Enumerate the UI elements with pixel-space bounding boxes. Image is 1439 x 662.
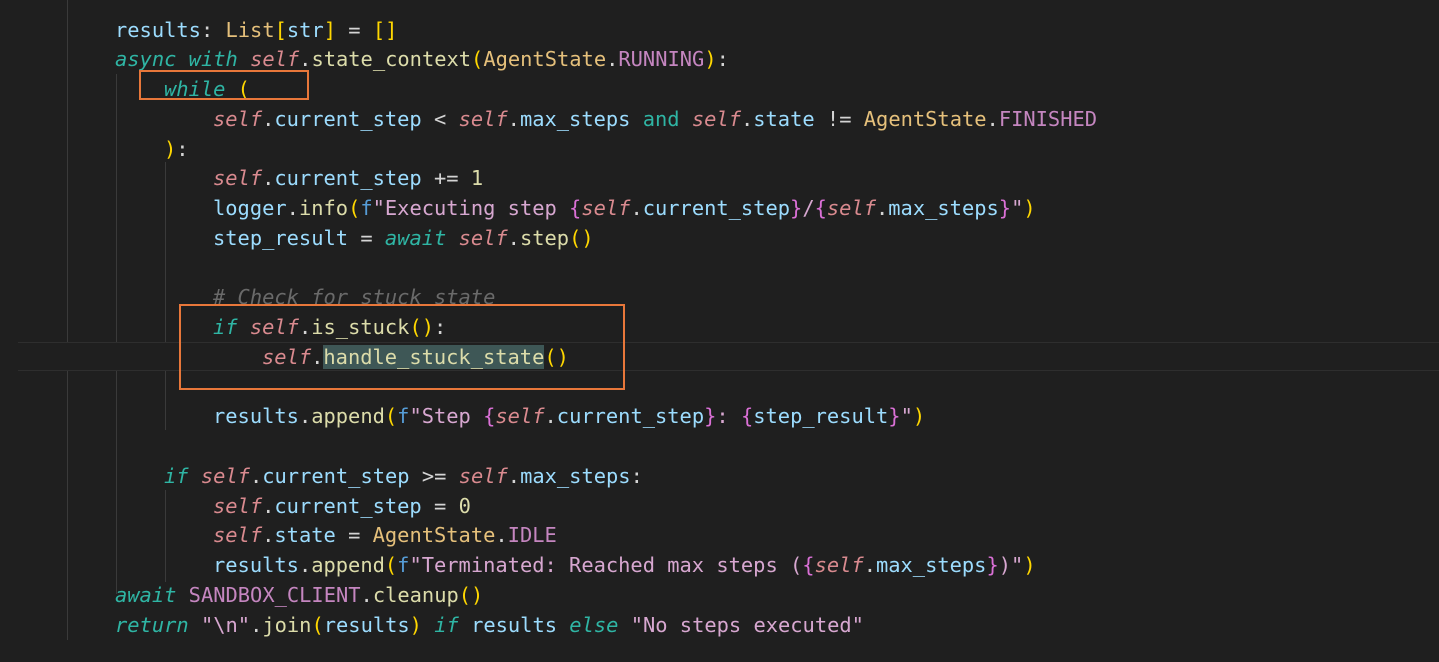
stuck-check-box bbox=[179, 304, 625, 390]
code-line[interactable]: await SANDBOX_CLIENT.cleanup() bbox=[115, 580, 483, 610]
code-line[interactable]: self.current_step < self.max_steps and s… bbox=[213, 104, 1097, 134]
code-line[interactable]: return "\n".join(results) if results els… bbox=[115, 610, 864, 640]
indent-guide bbox=[116, 74, 117, 594]
code-line[interactable]: step_result = await self.step() bbox=[213, 223, 594, 253]
code-editor[interactable]: results: List[str] = [] async with self.… bbox=[0, 0, 1439, 662]
indent-guide bbox=[165, 490, 166, 582]
code-line[interactable]: if self.current_step >= self.max_steps: bbox=[164, 461, 643, 491]
indent-guide bbox=[165, 162, 166, 430]
code-line[interactable]: ): bbox=[164, 134, 189, 164]
while-loop-box bbox=[139, 70, 309, 100]
code-line[interactable]: self.current_step = 0 bbox=[213, 491, 471, 521]
indent-guide bbox=[67, 0, 68, 640]
code-line[interactable]: results: List[str] = [] bbox=[115, 15, 397, 45]
code-line[interactable]: results.append(f"Step {self.current_step… bbox=[213, 401, 925, 431]
code-line[interactable]: self.current_step += 1 bbox=[213, 163, 483, 193]
code-line[interactable]: self.state = AgentState.IDLE bbox=[213, 520, 557, 550]
code-line[interactable]: logger.info(f"Executing step {self.curre… bbox=[213, 193, 1036, 223]
code-line[interactable]: results.append(f"Terminated: Reached max… bbox=[213, 550, 1036, 580]
